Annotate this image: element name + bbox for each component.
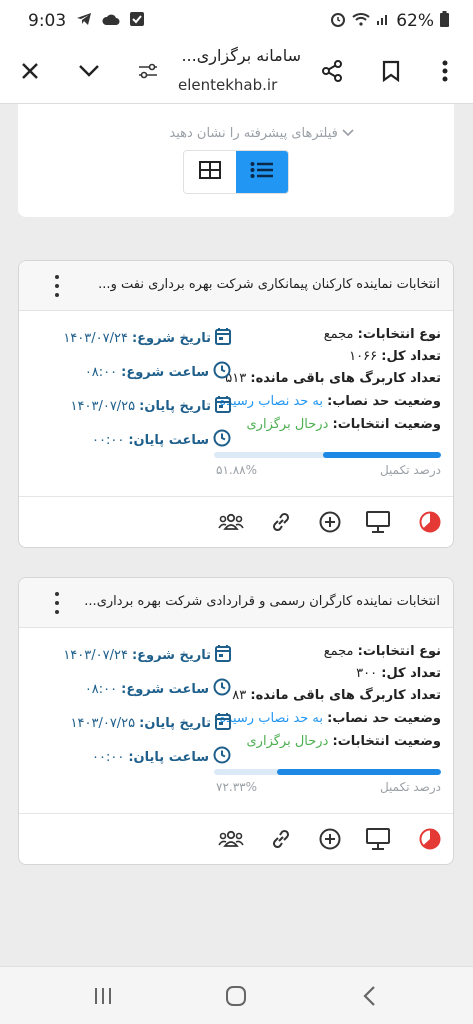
share-icon[interactable] [317, 56, 347, 86]
progress-fill [276, 769, 441, 775]
completion-label: درصد تکمیل [379, 463, 441, 477]
add-circle-icon[interactable] [317, 826, 343, 852]
election-status: وضعیت انتخابات: درحال برگزاری [246, 417, 442, 432]
status-right: 62% [330, 11, 449, 31]
group-icon[interactable] [218, 826, 244, 852]
start-time: ساعت شروع: ۰۸:۰۰ [31, 361, 231, 383]
browser-bar: سامانه برگزاری... elentekhab.ir [0, 42, 473, 104]
chevron-down-icon[interactable] [74, 56, 104, 86]
close-icon[interactable] [15, 56, 45, 86]
calendar-icon [215, 644, 231, 666]
start-date: تاریخ شروع: ۱۴۰۳/۰۷/۲۴ [31, 327, 231, 349]
recent-apps-icon[interactable] [88, 983, 118, 1009]
remaining-count: تعداد کاربرگ های باقی مانده: ۵۱۳ [225, 371, 441, 386]
bookmark-icon[interactable] [376, 56, 406, 86]
remaining-count: تعداد کاربرگ های باقی مانده: ۸۳ [232, 688, 441, 703]
card-actions [19, 497, 453, 547]
completion-progress-bar [214, 769, 441, 775]
end-date: تاریخ پایان: ۱۴۰۳/۰۷/۲۵ [31, 712, 231, 734]
tune-icon[interactable] [133, 56, 163, 86]
pie-chart-icon[interactable] [417, 826, 443, 852]
election-card: انتخابات نماینده کارگران رسمی و قراردادی… [18, 577, 454, 865]
election-card: انتخابات نماینده کارکنان پیمانکاری شرکت … [18, 260, 454, 548]
pie-chart-icon[interactable] [417, 509, 443, 535]
clock-icon [213, 746, 231, 768]
group-icon[interactable] [218, 509, 244, 535]
filter-panel: فیلترهای پیشرفته را نشان دهید [18, 104, 454, 217]
start-time: ساعت شروع: ۰۸:۰۰ [31, 678, 231, 700]
clock-icon [213, 429, 231, 451]
advanced-filters-label: فیلترهای پیشرفته را نشان دهید [169, 126, 338, 141]
election-status: وضعیت انتخابات: درحال برگزاری [246, 734, 442, 749]
end-date: تاریخ پایان: ۱۴۰۳/۰۷/۲۵ [31, 395, 231, 417]
advanced-filters-toggle[interactable]: فیلترهای پیشرفته را نشان دهید [169, 126, 354, 141]
card-header: انتخابات نماینده کارگران رسمی و قراردادی… [19, 578, 453, 628]
battery-text: 62% [396, 11, 434, 31]
link-icon[interactable] [268, 509, 294, 535]
page-url[interactable]: elentekhab.ir [178, 76, 277, 94]
page-title: سامانه برگزاری... [181, 46, 301, 65]
grid-view-button[interactable] [184, 151, 236, 193]
cloud-icon [102, 12, 120, 30]
status-time: 9:03 [28, 11, 67, 31]
status-bar: 9:03 62% [0, 0, 473, 42]
chevron-down-icon [338, 126, 354, 141]
completion-label: درصد تکمیل [379, 780, 441, 794]
quorum-status: وضعیت حد نصاب: به حد نصاب رسیده [219, 711, 441, 726]
wifi-icon [352, 12, 370, 30]
battery-icon [440, 11, 449, 31]
card-body: نوع انتخابات: مجمع تعداد کل: ۱۰۶۶ تعداد … [19, 311, 453, 497]
more-vert-icon[interactable] [49, 273, 65, 299]
more-vert-icon[interactable] [430, 56, 460, 86]
list-icon [250, 161, 274, 183]
card-title: انتخابات نماینده کارکنان پیمانکاری شرکت … [98, 277, 440, 292]
check-box-icon [130, 12, 145, 30]
completion-percent: ۷۲.۳۳% [216, 780, 257, 794]
alarm-icon [330, 11, 346, 31]
total-count: تعداد کل: ۱۰۶۶ [349, 349, 441, 364]
clock-icon [213, 678, 231, 700]
end-time: ساعت پایان: ۰۰:۰۰ [31, 746, 231, 768]
grid-icon [199, 161, 221, 183]
calendar-icon [215, 327, 231, 349]
back-icon[interactable] [354, 983, 384, 1009]
add-circle-icon[interactable] [317, 509, 343, 535]
card-header: انتخابات نماینده کارکنان پیمانکاری شرکت … [19, 261, 453, 311]
clock-icon [213, 361, 231, 383]
list-view-button[interactable] [236, 151, 288, 193]
status-left: 9:03 [28, 11, 145, 31]
home-icon[interactable] [221, 983, 251, 1009]
calendar-icon [215, 712, 231, 734]
election-type: نوع انتخابات: مجمع [323, 644, 441, 659]
view-toggle [183, 150, 289, 194]
start-date: تاریخ شروع: ۱۴۰۳/۰۷/۲۴ [31, 644, 231, 666]
quorum-status: وضعیت حد نصاب: به حد نصاب رسیده [219, 394, 441, 409]
total-count: تعداد کل: ۳۰۰ [356, 666, 441, 681]
link-icon[interactable] [268, 826, 294, 852]
monitor-icon[interactable] [365, 509, 391, 535]
end-time: ساعت پایان: ۰۰:۰۰ [31, 429, 231, 451]
card-actions [19, 814, 453, 864]
system-nav-bar [0, 966, 473, 1024]
card-title: انتخابات نماینده کارگران رسمی و قراردادی… [84, 594, 440, 609]
calendar-icon [215, 395, 231, 417]
signal-icon [376, 12, 390, 30]
monitor-icon[interactable] [365, 826, 391, 852]
completion-progress-bar [214, 452, 441, 458]
card-body: نوع انتخابات: مجمع تعداد کل: ۳۰۰ تعداد ک… [19, 628, 453, 814]
more-vert-icon[interactable] [49, 590, 65, 616]
completion-percent: ۵۱.۸۸% [216, 463, 257, 477]
election-type: نوع انتخابات: مجمع [323, 327, 441, 342]
progress-fill [323, 452, 441, 458]
telegram-icon [76, 12, 92, 30]
